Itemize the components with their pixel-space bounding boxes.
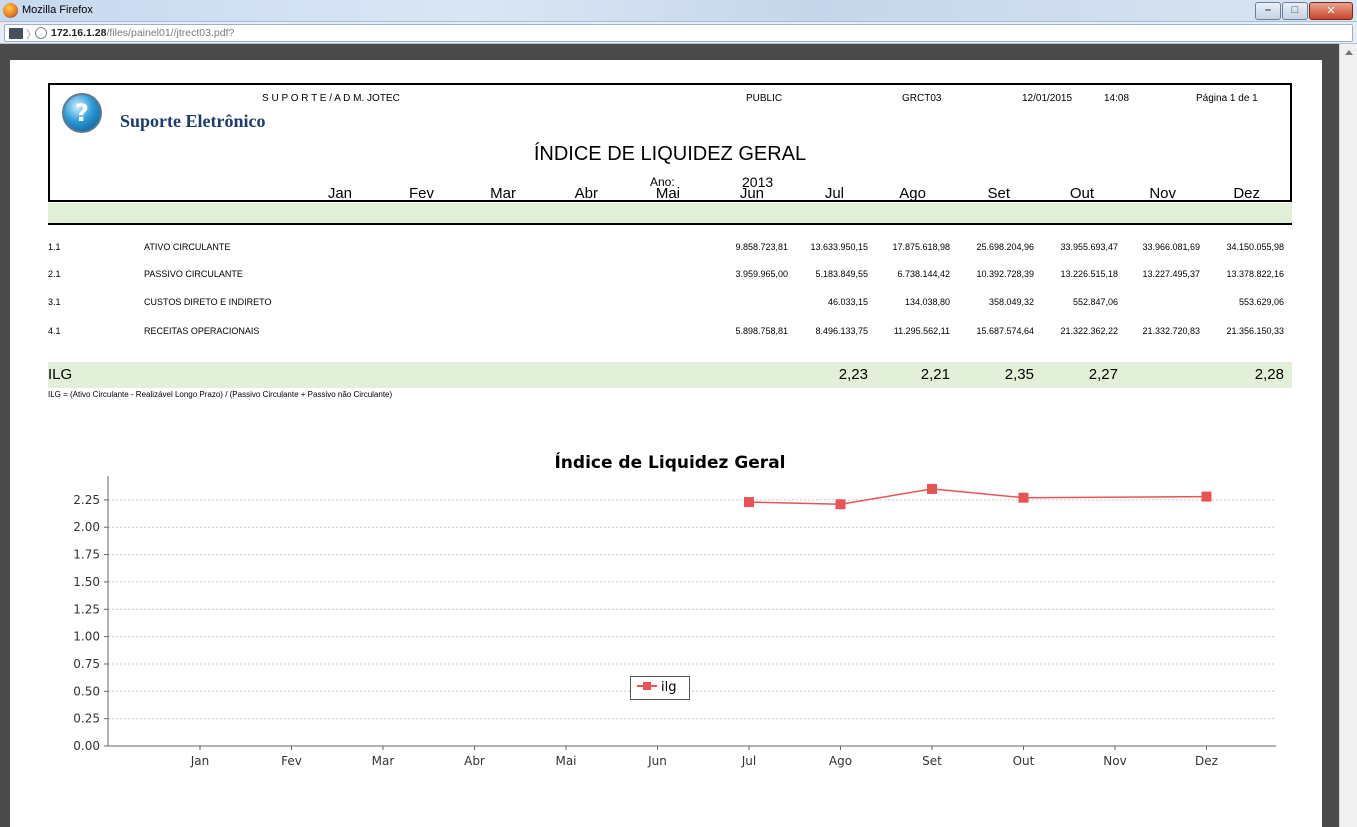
chart-title: Índice de Liquidez Geral xyxy=(554,451,785,473)
x-tick-label: Set xyxy=(922,754,942,768)
legend-marker-icon xyxy=(643,682,651,690)
x-tick-label: Dez xyxy=(1195,754,1218,768)
x-tick-label: Fev xyxy=(281,754,302,768)
x-tick-label: Jul xyxy=(741,754,756,768)
data-point xyxy=(744,497,754,508)
x-tick-label: Jun xyxy=(647,754,667,768)
y-tick-label: 1.50 xyxy=(73,575,100,589)
x-tick-label: Out xyxy=(1013,754,1035,768)
y-tick-label: 1.25 xyxy=(73,602,100,616)
data-point xyxy=(927,483,937,494)
chart-legend: ilg xyxy=(630,676,690,700)
x-tick-label: Abr xyxy=(464,754,485,768)
y-tick-label: 0.00 xyxy=(73,739,100,753)
legend-label: ilg xyxy=(661,680,677,695)
y-tick-label: 0.50 xyxy=(73,684,100,698)
y-tick-label: 2.00 xyxy=(73,520,100,534)
data-point xyxy=(835,499,846,510)
y-tick-label: 0.75 xyxy=(73,657,100,671)
x-tick-label: Mai xyxy=(555,754,576,768)
y-tick-label: 1.75 xyxy=(73,548,100,562)
ilg-line-chart: Índice de Liquidez Geral 0.00 0.25 0.50 0.75… xyxy=(73,451,1276,768)
x-tick-label: Jan xyxy=(190,754,210,768)
x-tick-label: Nov xyxy=(1103,754,1126,768)
x-tick-label: Ago xyxy=(829,754,852,768)
x-tick-label: Mar xyxy=(372,754,395,768)
data-point xyxy=(1018,492,1029,503)
y-tick-label: 0.25 xyxy=(73,712,100,726)
y-tick-label: 2.25 xyxy=(73,493,100,507)
data-point xyxy=(1201,491,1212,502)
series-line-ilg xyxy=(748,488,1207,506)
y-tick-label: 1.00 xyxy=(73,630,100,644)
